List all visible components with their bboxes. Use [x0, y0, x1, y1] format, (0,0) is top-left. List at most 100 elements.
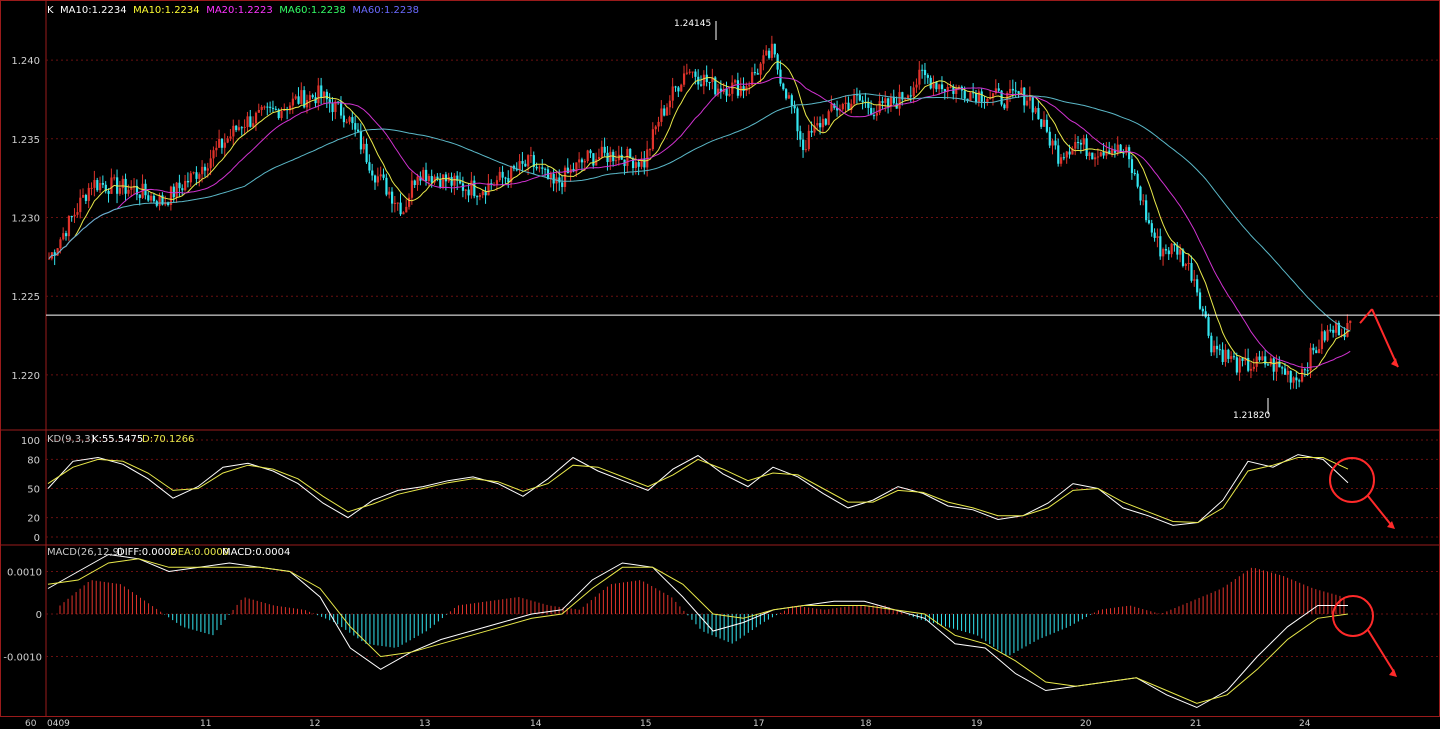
candle-body	[1074, 142, 1077, 149]
candle-body	[235, 125, 238, 131]
price-tick-label: 1.235	[11, 135, 40, 146]
candle-body	[504, 177, 507, 179]
candle-body	[535, 166, 538, 169]
candle-body	[1261, 356, 1264, 361]
candle-body	[1215, 345, 1219, 350]
candle-body	[938, 84, 941, 90]
candle-body	[1077, 142, 1080, 144]
price-tick-label: 1.220	[11, 371, 40, 382]
candle-body	[501, 171, 504, 178]
candle-body	[566, 167, 569, 174]
candle-body	[209, 158, 212, 169]
x-tick-label: 20	[1080, 719, 1092, 729]
candle-body	[589, 150, 592, 154]
candle-body	[1020, 87, 1023, 94]
candle-body	[595, 159, 598, 166]
candle-body	[1190, 263, 1193, 281]
x-tick-label: 14	[530, 719, 542, 729]
candle-body	[742, 86, 745, 92]
candle-body	[362, 143, 365, 150]
candle-body	[773, 43, 776, 55]
candle-body	[940, 84, 944, 90]
candle-body	[478, 195, 482, 197]
x-tick-label: 21	[1190, 719, 1201, 729]
candle-body	[1008, 88, 1012, 93]
candle-body	[425, 169, 428, 182]
candle-body	[252, 123, 255, 127]
candle-body	[178, 182, 181, 189]
candle-body	[691, 71, 694, 73]
x-tick-label: 24	[1299, 719, 1311, 729]
kd-tick-label: 20	[27, 514, 40, 525]
candle-body	[1320, 331, 1324, 349]
candle-body	[1065, 151, 1068, 158]
candle-body	[232, 125, 235, 137]
candle-body	[467, 189, 470, 196]
forex-chart[interactable]: 1.240 1.235 1.230 1.225 1.220 0409 11 12 13 14 15 1…	[0, 0, 1440, 729]
candle-body	[1286, 370, 1289, 375]
price-tick-label: 1.240	[11, 56, 40, 67]
candle-body	[1332, 329, 1335, 333]
candle-body	[1091, 152, 1094, 160]
candle-body	[212, 150, 215, 159]
x-tick-label: 13	[419, 719, 430, 729]
candle-body	[955, 87, 958, 94]
candle-body	[320, 85, 323, 98]
candle-body	[487, 183, 490, 196]
candle-body	[1266, 364, 1270, 366]
candle-body	[929, 77, 932, 89]
x-tick-label: 18	[860, 719, 872, 729]
candle-body	[847, 102, 850, 110]
candle-body	[1062, 157, 1066, 159]
candle-body	[150, 195, 153, 201]
candle-body	[240, 127, 243, 129]
candle-body	[810, 130, 813, 133]
candle-body	[1295, 377, 1298, 381]
candle-body	[1034, 107, 1037, 113]
candle-body	[1170, 243, 1173, 255]
candle-body	[725, 88, 728, 96]
candle-body	[1283, 368, 1287, 375]
candle-body	[269, 106, 272, 108]
candle-body	[688, 71, 691, 73]
candle-body	[325, 91, 329, 100]
candle-body	[552, 173, 555, 184]
candle-body	[495, 180, 499, 185]
candle-body	[637, 162, 640, 167]
candle-body	[96, 180, 99, 191]
candle-body	[1014, 90, 1017, 92]
candle-body	[1210, 335, 1213, 353]
candle-body	[759, 63, 762, 75]
ma-legend-item: MA10:1.2234	[60, 5, 127, 16]
macd-diff-value: DIFF:0.0002	[117, 547, 177, 558]
candle-body	[700, 84, 703, 86]
candle-body	[1043, 119, 1046, 127]
candle-body	[1136, 173, 1139, 187]
candle-body	[226, 138, 229, 143]
kd-k-value: K:55.5475	[92, 434, 143, 445]
candle-body	[807, 130, 810, 150]
candle-body	[1201, 308, 1204, 312]
candle-body	[237, 127, 241, 131]
candle-body	[374, 175, 377, 183]
candle-body	[1006, 92, 1009, 109]
candle-body	[152, 195, 156, 202]
candle-body	[600, 146, 603, 158]
candle-body	[229, 136, 232, 139]
candle-body	[1128, 147, 1131, 160]
candle-body	[1323, 331, 1326, 341]
candle-body	[1213, 345, 1216, 353]
candle-body	[223, 142, 226, 148]
x-tick-label: 0409	[47, 719, 70, 729]
macd-tick-label: 0	[36, 610, 42, 621]
candle-body	[918, 69, 921, 85]
candle-body	[1094, 157, 1097, 160]
candle-body	[1045, 119, 1049, 132]
candle-body	[399, 202, 402, 215]
candle-body	[1147, 220, 1151, 224]
candle-body	[541, 167, 544, 169]
candle-body	[796, 108, 799, 132]
candle-body	[674, 86, 677, 88]
candle-body	[1048, 131, 1051, 146]
candle-body	[442, 174, 445, 188]
